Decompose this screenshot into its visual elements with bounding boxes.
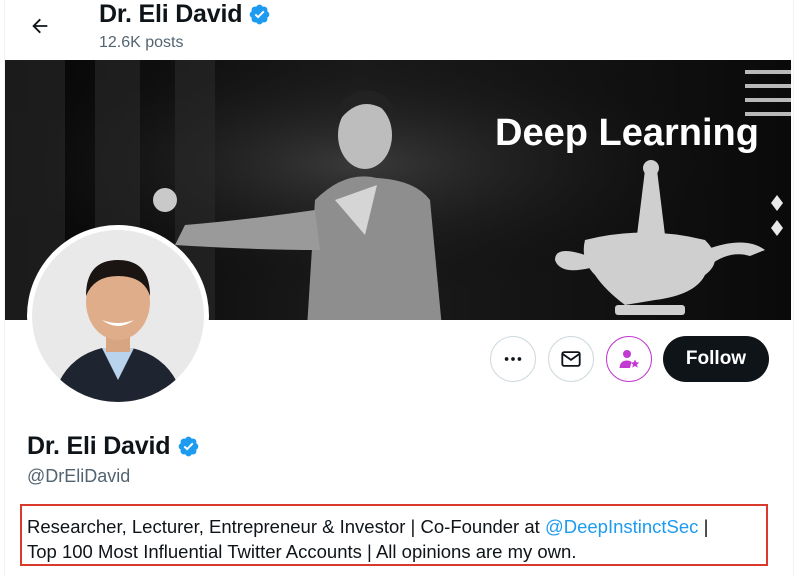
profile-name: Dr. Eli David <box>27 432 171 460</box>
profile-avatar[interactable] <box>27 225 209 407</box>
person-star-icon <box>619 350 640 368</box>
bio-mention-link[interactable]: @DeepInstinctSec <box>545 516 699 537</box>
verified-badge-icon[interactable] <box>177 435 200 458</box>
bio-text-line2: Top 100 Most Influential Twitter Account… <box>27 541 577 562</box>
subscribe-button[interactable] <box>606 336 652 382</box>
profile-name-row: Dr. Eli David <box>27 432 200 461</box>
avatar-image <box>32 230 204 402</box>
profile-bio: Researcher, Lecturer, Entrepreneur & Inv… <box>20 504 768 566</box>
message-button[interactable] <box>548 336 594 382</box>
bio-text-part1: Researcher, Lecturer, Entrepreneur & Inv… <box>27 516 545 537</box>
header-title-row: Dr. Eli David <box>99 0 271 29</box>
more-icon <box>504 357 522 361</box>
back-button[interactable] <box>22 8 58 44</box>
header-name: Dr. Eli David <box>99 0 243 28</box>
posts-count: 12.6K posts <box>99 34 184 51</box>
verified-badge-icon <box>249 4 270 25</box>
more-button[interactable] <box>490 336 536 382</box>
banner-title: Deep Learning <box>495 112 759 154</box>
arrow-left-icon <box>32 18 48 34</box>
follow-button[interactable]: Follow <box>663 336 769 382</box>
bio-text-part2: | <box>698 516 709 537</box>
profile-handle: @DrEliDavid <box>27 466 131 486</box>
envelope-icon <box>561 351 581 367</box>
